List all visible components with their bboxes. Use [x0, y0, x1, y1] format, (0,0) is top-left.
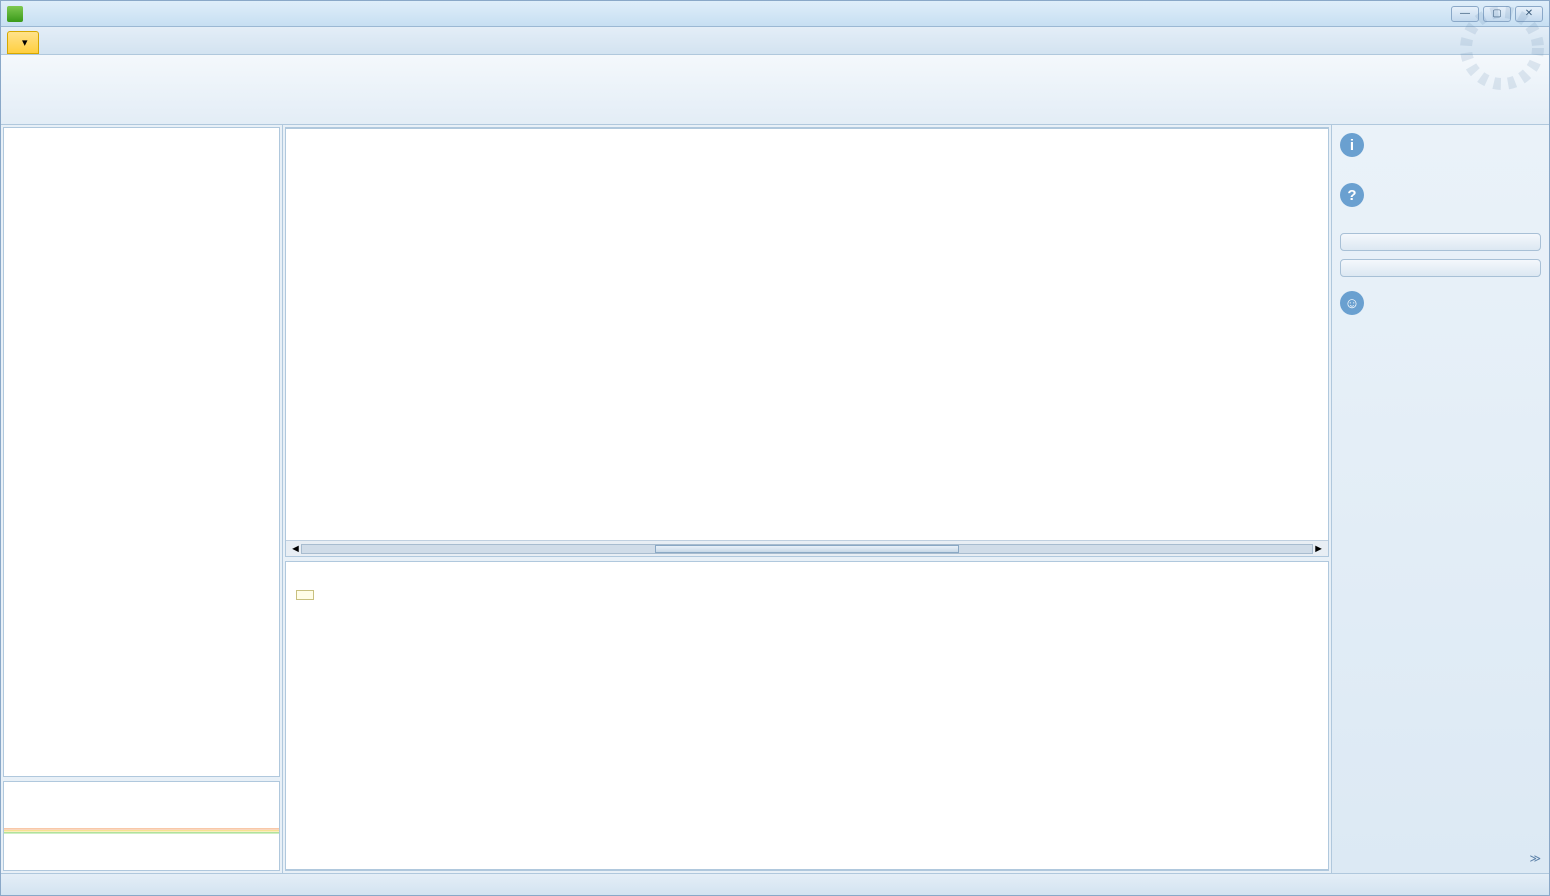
share-icon: ☺ — [1340, 291, 1364, 315]
chart-panel — [285, 561, 1329, 871]
grid-hscrollbar[interactable]: ◄ ► — [286, 540, 1328, 556]
chart-legend — [296, 590, 314, 600]
scroll-right-icon[interactable]: ► — [1313, 543, 1324, 555]
mini-chart — [3, 781, 280, 871]
app-icon — [7, 6, 23, 22]
menubar: ▾ — [1, 27, 1549, 55]
scroll-left-icon[interactable]: ◄ — [290, 543, 301, 555]
chart-tabs[interactable] — [286, 869, 1328, 870]
collapse-help-icon[interactable]: ≫ — [1340, 852, 1541, 865]
checks-grid[interactable]: ◄ ► — [285, 127, 1329, 557]
question-icon: ? — [1340, 183, 1364, 207]
discuss-forum-button[interactable] — [1340, 259, 1541, 277]
chevron-down-icon: ▾ — [22, 36, 28, 49]
file-menu-button[interactable]: ▾ — [7, 31, 39, 54]
titlebar: — ▢ ✕ — [1, 1, 1549, 27]
chart-title — [286, 562, 1328, 570]
statusbar — [1, 873, 1549, 895]
help-sidebar: i ? ☺ ≫ — [1331, 125, 1549, 873]
host-tree[interactable] — [3, 127, 280, 777]
scroll-thumb[interactable] — [655, 545, 958, 553]
grid-body[interactable] — [286, 129, 1328, 540]
ask-question-button[interactable] — [1340, 233, 1541, 251]
info-icon: i — [1340, 133, 1364, 157]
ribbon — [1, 55, 1549, 125]
